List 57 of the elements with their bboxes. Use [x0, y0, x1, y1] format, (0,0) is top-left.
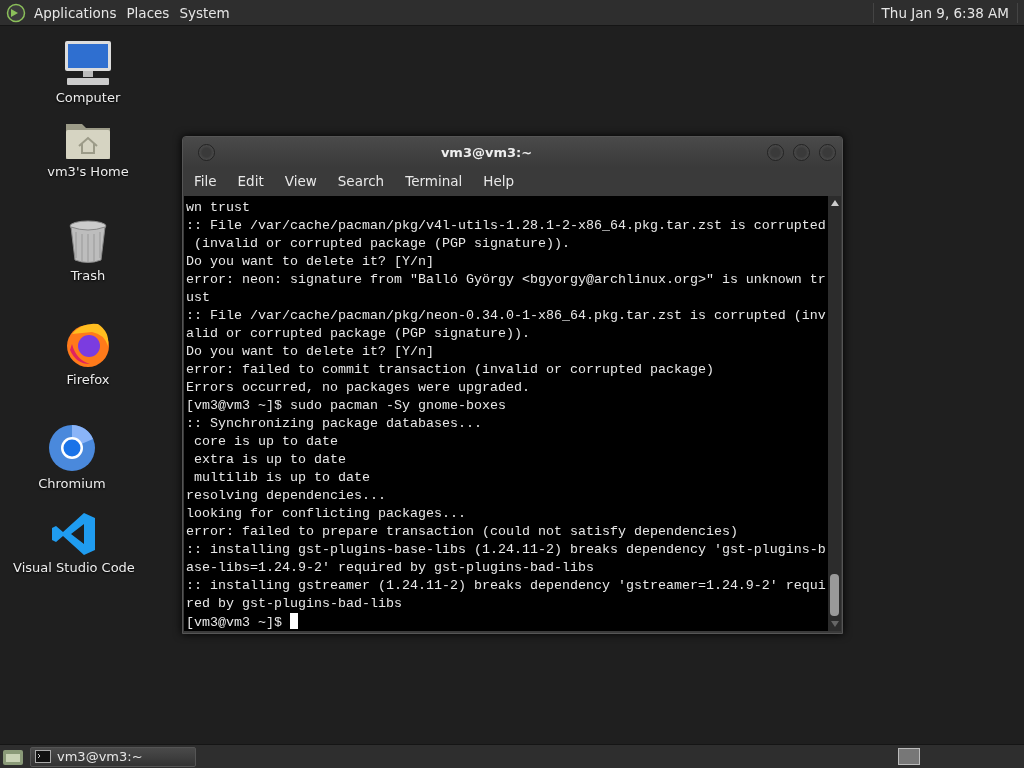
clock[interactable]: Thu Jan 9, 6:38 AM [872, 2, 1018, 23]
terminal-line: ase-libs=1.24.9-2' required by gst-plugins-bad-libs [186, 560, 594, 575]
maximize-button[interactable] [793, 143, 810, 161]
panel-menu[interactable]: Places [121, 1, 175, 24]
terminal-icon [35, 750, 51, 763]
menu-item[interactable]: Edit [230, 171, 272, 191]
minimize-button[interactable] [767, 143, 784, 161]
terminal-line: [vm3@vm3 ~]$ sudo pacman -Sy gnome-boxes [186, 398, 506, 413]
terminal-line: error: failed to prepare transaction (could not satisfy dependencies) [186, 524, 738, 539]
menu-item[interactable]: File [187, 171, 225, 191]
code-editor-icon [51, 512, 97, 556]
taskbar-button[interactable]: vm3@vm3:~ [30, 746, 196, 767]
terminal-line: :: installing gstreamer (1.24.11-2) breaks dependency 'gstreamer=1.24.9-2' requi [186, 578, 826, 593]
menu-item[interactable]: View [277, 171, 325, 191]
icon-label[interactable]: Visual Studio Code [13, 560, 135, 575]
menu-item[interactable]: Search [330, 171, 393, 191]
scrollbar-thumb[interactable] [830, 574, 839, 616]
terminal-line: resolving dependencies... [186, 488, 386, 503]
terminal-line: :: installing gst-plugins-base-libs (1.24.11-2) breaks dependency 'gst-plugins-b [186, 542, 826, 557]
close-button[interactable] [819, 143, 836, 161]
icon-label[interactable]: Firefox [66, 372, 110, 387]
terminal-line: looking for conflicting packages... [186, 506, 466, 521]
scroll-down-icon[interactable] [830, 621, 839, 627]
icon-label[interactable]: Chromium [38, 476, 106, 491]
terminal-line: core is up to date [193, 434, 338, 449]
terminal-line: :: File /var/cache/pacman/pkg/neon-0.34.0-1-x86_64.pkg.tar.zst is corrupted (inv [186, 308, 826, 323]
distro-logo-icon[interactable] [6, 2, 26, 23]
terminal-line: :: File /var/cache/pacman/pkg/v4l-utils-1.28.1-2-x86_64.pkg.tar.zst is corrupted [186, 218, 826, 233]
panel-menu[interactable]: Applications [29, 1, 122, 24]
menu-item[interactable]: Help [476, 171, 523, 191]
terminal-line: extra is up to date [193, 452, 346, 467]
terminal-line: (invalid or corrupted package (PGP signature)). [193, 236, 570, 251]
terminal-line: alid or corrupted package (PGP signature)). [186, 326, 530, 341]
terminal-line: red by gst-plugins-bad-libs [186, 596, 402, 611]
terminal-line: ust [186, 290, 210, 305]
terminal-line: multilib is up to date [193, 470, 370, 485]
terminal-line: [vm3@vm3 ~]$ [186, 615, 283, 630]
menu-item[interactable]: Terminal [398, 171, 471, 191]
icon-label[interactable]: vm3's Home [47, 164, 129, 179]
trash-icon [68, 220, 108, 264]
monitor-icon [63, 40, 113, 86]
chromium-icon [48, 424, 96, 472]
show-desktop-icon[interactable] [2, 747, 24, 766]
window-title: vm3@vm3:~ [439, 144, 534, 160]
panel-menu[interactable]: System [174, 1, 235, 24]
terminal-line: error: neon: signature from "Balló György <bgyorgy@archlinux.org>" is unknown tr [186, 272, 826, 287]
icon-label[interactable]: Trash [70, 268, 106, 283]
scroll-up-icon[interactable] [830, 200, 839, 206]
workspace-switcher[interactable] [898, 748, 920, 765]
terminal-line: error: failed to commit transaction (invalid or corrupted package) [186, 362, 714, 377]
terminal-line: Errors occurred, no packages were upgraded. [186, 380, 530, 395]
window-menu-button[interactable] [198, 143, 215, 161]
terminal-line: :: Synchronizing package databases... [186, 416, 482, 431]
terminal-line: wn trust [186, 200, 250, 215]
terminal-line: Do you want to delete it? [Y/n] [186, 344, 434, 359]
icon-label[interactable]: Computer [55, 90, 121, 105]
terminal-line: Do you want to delete it? [Y/n] [186, 254, 434, 269]
